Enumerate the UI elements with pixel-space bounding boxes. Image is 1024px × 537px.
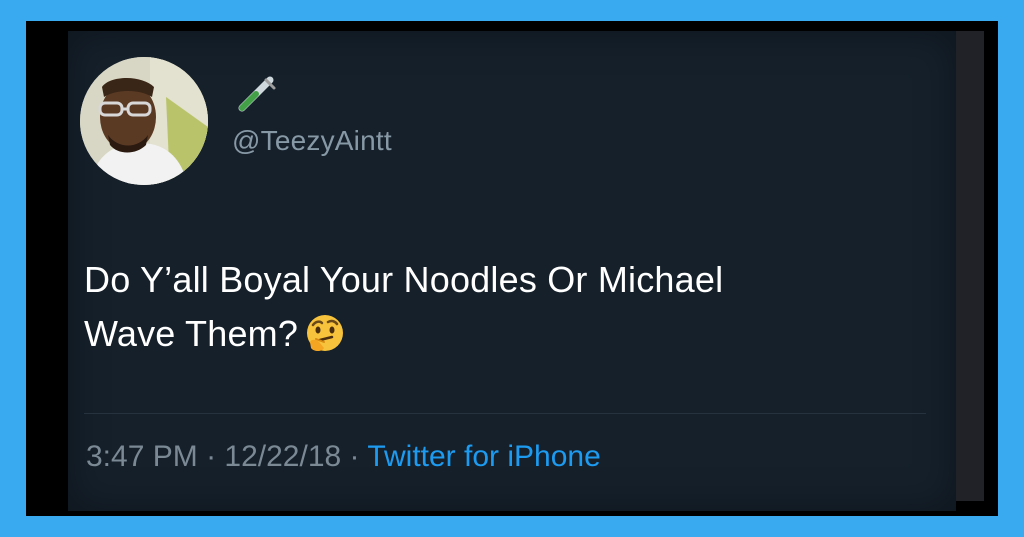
tweet-text-line-2: Wave Them? (84, 307, 944, 361)
user-handle[interactable]: @TeezyAintt (232, 125, 392, 157)
tweet-text: Do Y’all Boyal Your Noodles Or Michael W… (84, 253, 944, 361)
divider (84, 413, 926, 414)
meta-separator-2: · (341, 440, 368, 473)
avatar-photo-icon (80, 57, 208, 185)
tweet-text-line-1: Do Y’all Boyal Your Noodles Or Michael (84, 259, 724, 300)
tweet-meta: 3:47 PM · 12/22/18 · Twitter for iPhone (86, 440, 601, 474)
tweet-date[interactable]: 12/22/18 (224, 440, 341, 473)
tweet-source-link[interactable]: Twitter for iPhone (367, 440, 600, 473)
test-tube-icon (232, 74, 280, 114)
meta-separator-1: · (197, 440, 225, 473)
avatar[interactable] (80, 57, 208, 185)
thinking-face-emoji-icon (304, 312, 346, 354)
tweet-time: 3:47 PM (86, 440, 198, 473)
tweet-text-line-2-text: Wave Them? (84, 313, 299, 354)
